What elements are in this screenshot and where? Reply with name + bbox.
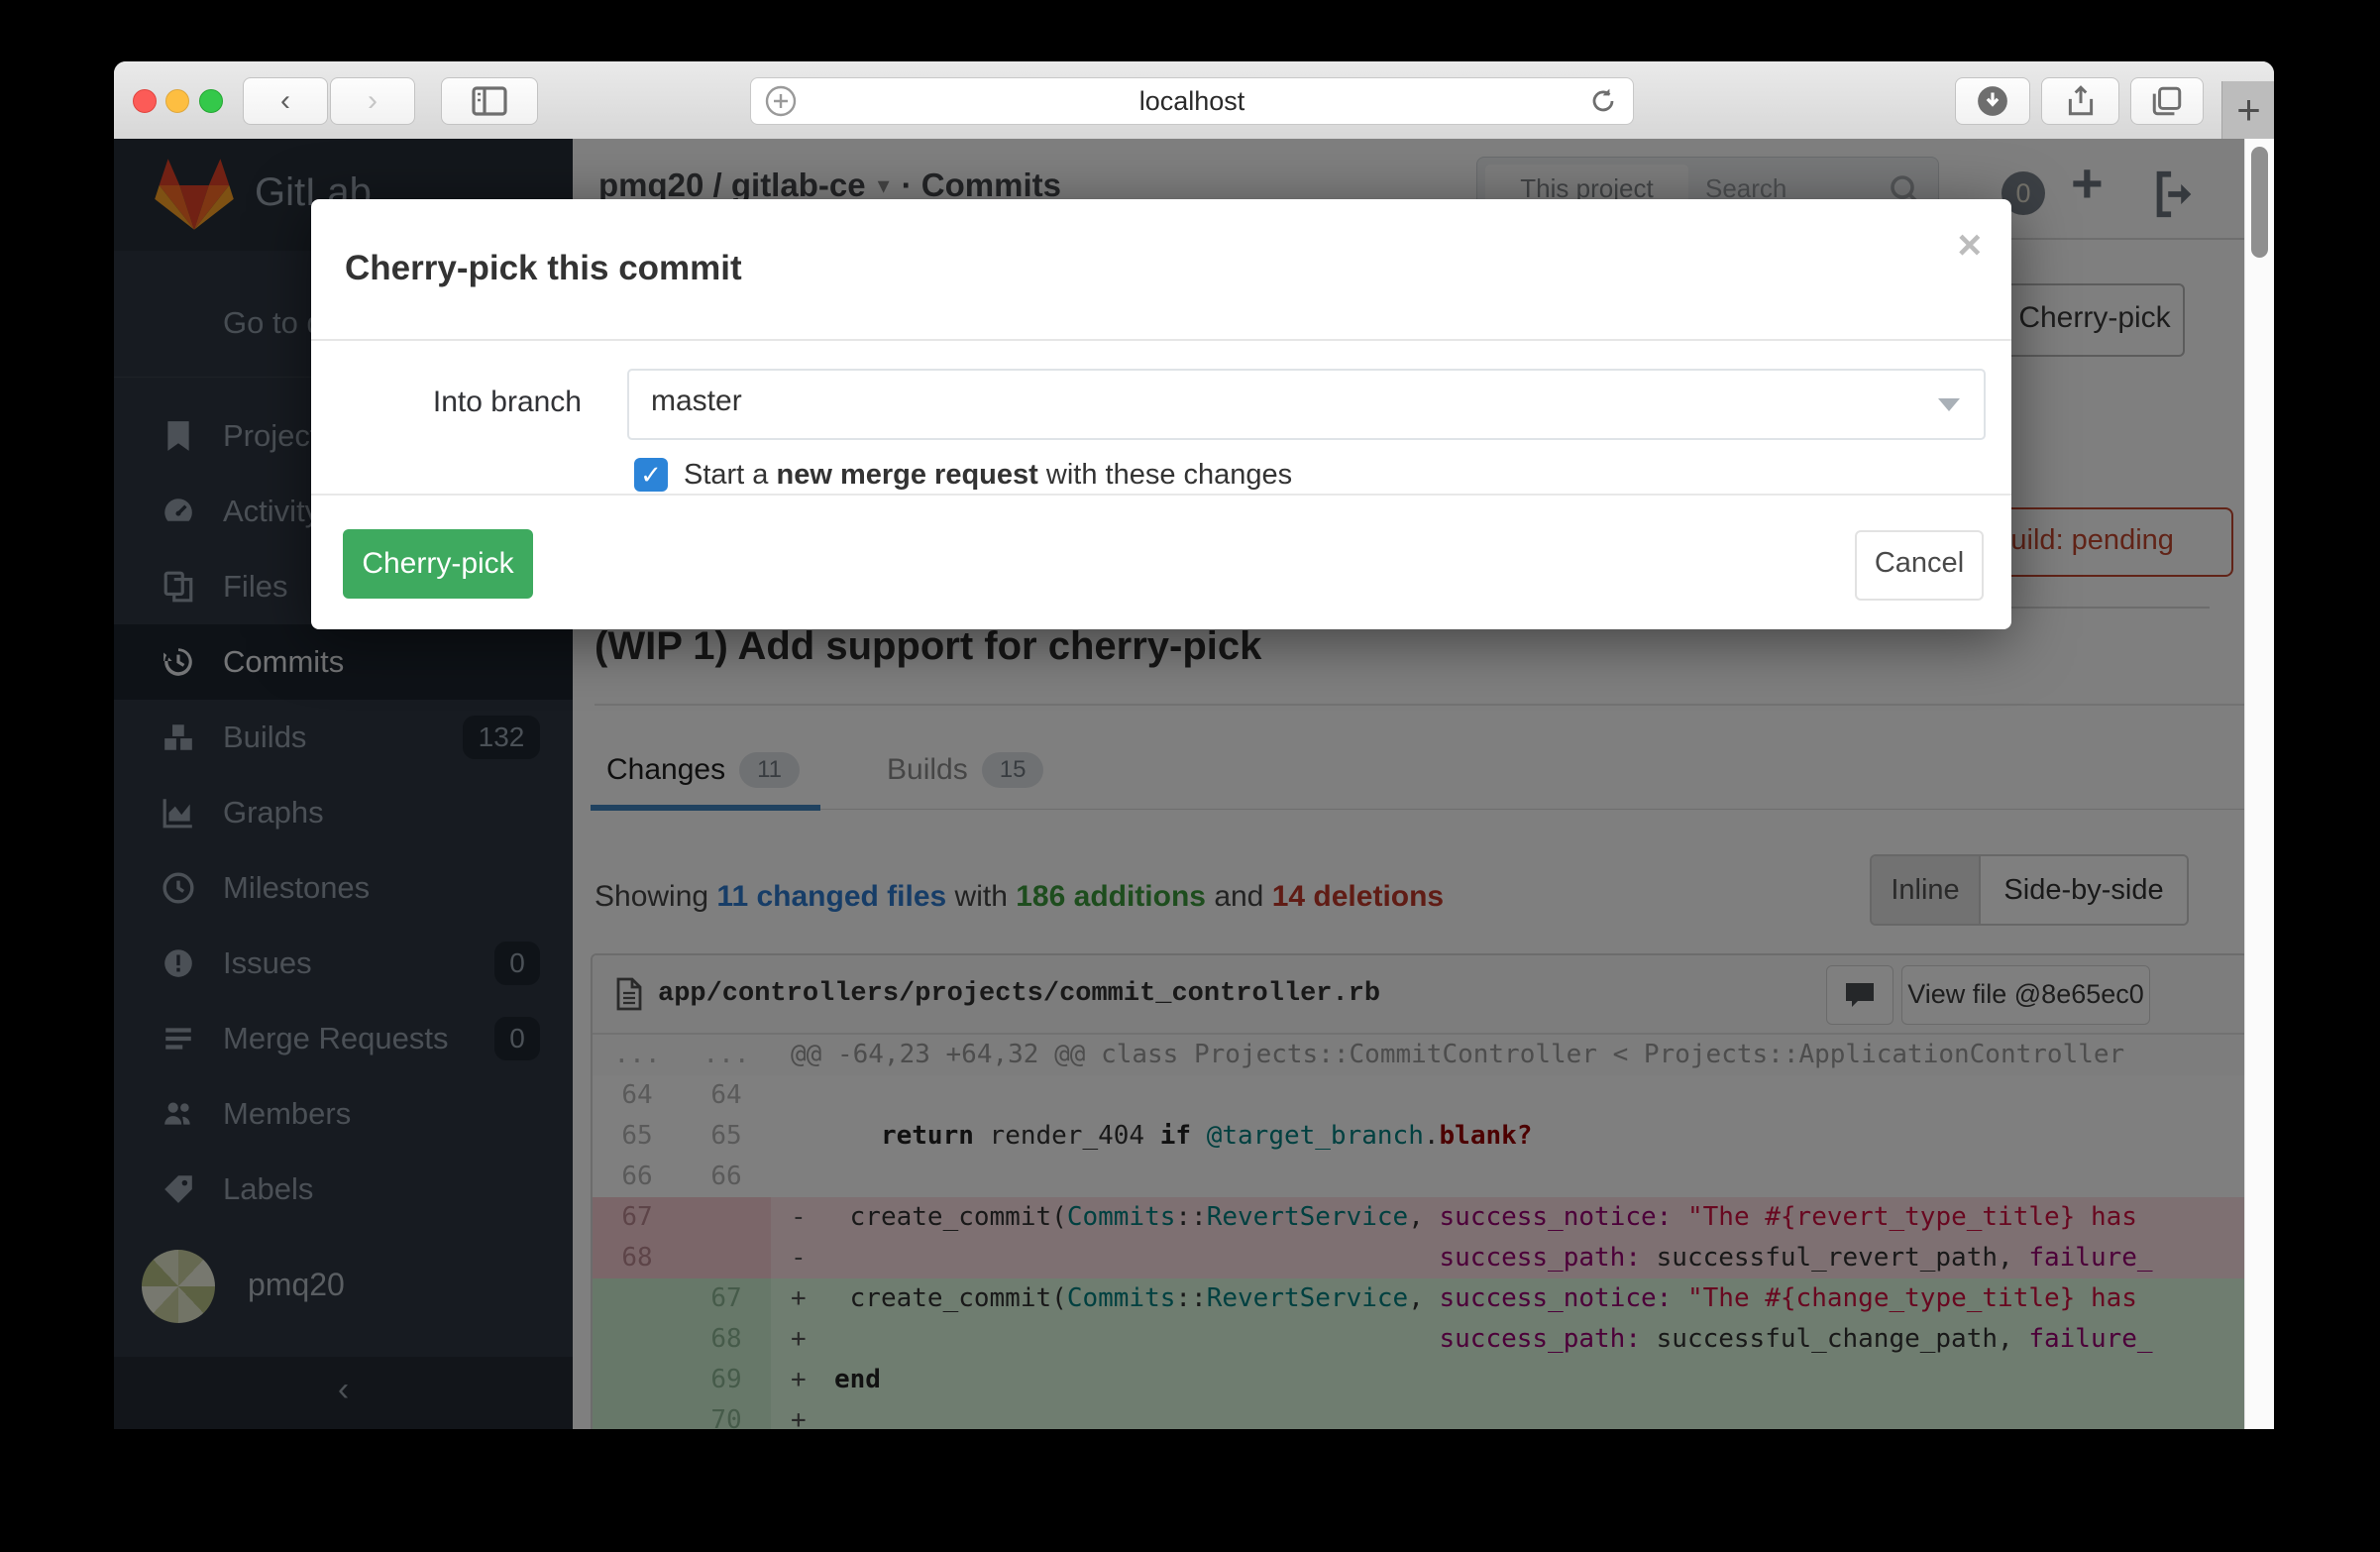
tab-overview-button[interactable]: [2130, 77, 2204, 125]
tabs-icon: [2150, 84, 2184, 118]
into-branch-label: Into branch: [311, 386, 582, 419]
modal-footer: Cherry-pick Cancel: [311, 494, 2011, 629]
desktop: ‹ › localhost: [0, 0, 2380, 1552]
share-button[interactable]: [2041, 77, 2119, 125]
new-tab-button[interactable]: +: [2221, 81, 2274, 139]
close-window-button[interactable]: [133, 89, 157, 113]
back-icon: ‹: [280, 84, 290, 118]
browser-toolbar: ‹ › localhost: [114, 61, 2274, 141]
reader-plus-icon[interactable]: [765, 85, 797, 117]
sidebar-toggle-icon: [472, 86, 507, 116]
branch-select-value: master: [651, 385, 742, 418]
checkbox-label-text: Start a: [684, 459, 777, 491]
browser-window: ‹ › localhost: [114, 61, 2274, 1429]
checkbox-label[interactable]: Start a new merge request with these cha…: [684, 459, 1292, 492]
cherry-pick-submit-button[interactable]: Cherry-pick: [343, 529, 533, 599]
zoom-window-button[interactable]: [199, 89, 223, 113]
forward-icon: ›: [368, 84, 378, 118]
minimize-window-button[interactable]: [165, 89, 189, 113]
modal-title: Cherry-pick this commit: [345, 249, 742, 288]
modal-header: Cherry-pick this commit ×: [311, 199, 2011, 341]
scrollbar-thumb[interactable]: [2251, 147, 2268, 258]
cherry-pick-modal: Cherry-pick this commit × Into branch ma…: [311, 199, 2011, 627]
checkbox-label-bold: new merge request: [777, 459, 1038, 491]
sidebar-toggle-button[interactable]: [441, 77, 538, 125]
forward-button[interactable]: ›: [330, 77, 415, 125]
close-icon[interactable]: ×: [1957, 221, 1982, 269]
refresh-icon[interactable]: [1587, 85, 1619, 117]
chevron-down-icon: [1938, 398, 1960, 411]
checkbox-label-text: with these changes: [1038, 459, 1292, 491]
start-merge-request-checkbox[interactable]: ✓: [634, 458, 668, 492]
downloads-button[interactable]: [1955, 77, 2030, 125]
url-text[interactable]: localhost: [797, 86, 1587, 117]
scrollbar[interactable]: [2244, 139, 2274, 1429]
share-icon: [2064, 84, 2098, 118]
cancel-button[interactable]: Cancel: [1855, 530, 1984, 601]
download-icon: [1976, 84, 2009, 118]
branch-select[interactable]: master: [627, 369, 1986, 440]
back-button[interactable]: ‹: [243, 77, 328, 125]
plus-icon: +: [2236, 86, 2261, 134]
url-bar[interactable]: localhost: [750, 77, 1634, 125]
